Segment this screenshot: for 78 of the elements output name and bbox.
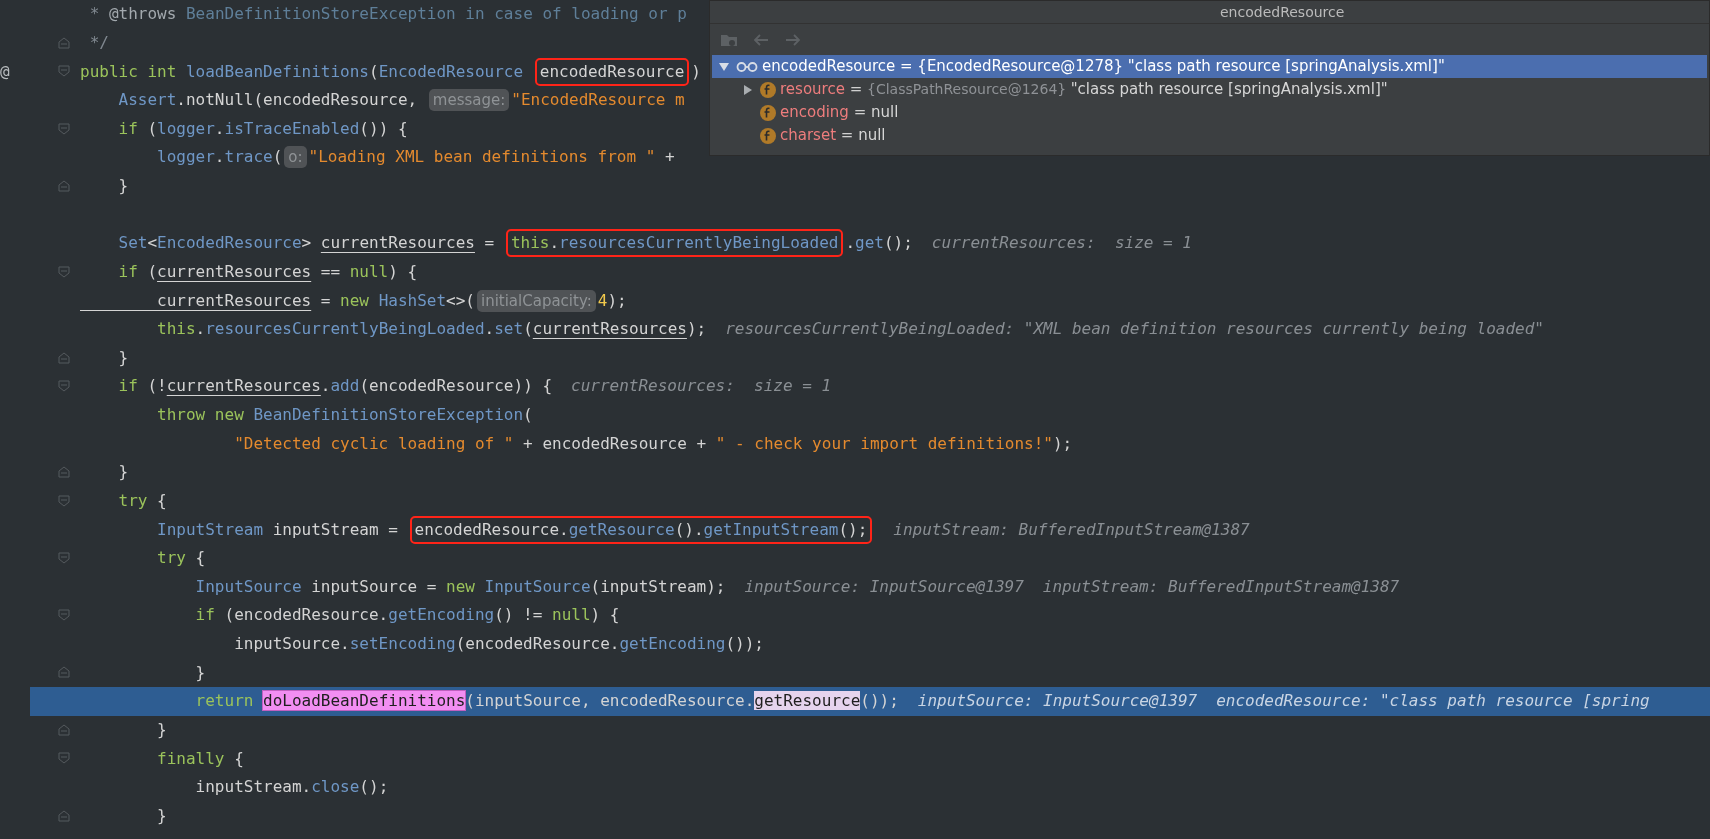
code-text: .get(); [845,232,913,255]
fold-icon[interactable] [58,752,70,765]
code-text: } [117,461,129,484]
field-icon [759,103,777,122]
variable-row[interactable]: encodedResource = {EncodedResource@1278} "class path resource [springAnalysis.xml]" [712,55,1707,78]
code-text: if (currentResources == null) { [117,260,418,283]
code-text: currentResources = new HashSet<>( [156,289,475,312]
code-text: */ [88,31,109,54]
code-text: if (logger.isTraceEnabled()) { [117,117,408,140]
fold-icon[interactable] [58,65,70,78]
variable-text: resource = {ClassPathResource@1264} "class path resource [springAnalysis.xml]" [780,79,1388,101]
code-text: } [194,661,206,684]
fold-icon[interactable] [58,351,70,364]
code-text: * @throws BeanDefinitionStoreException in case of loading or p [88,3,687,26]
gutter-mark: @ [0,61,10,84]
code-text: "Detected cyclic loading of " + encodedResource + " - check your import definitions!"); [233,432,1073,455]
field-icon [759,80,777,99]
fold-icon[interactable] [58,723,70,736]
parameter-hint: message: [428,89,510,112]
code-text: } [117,175,129,198]
fold-icon[interactable] [58,179,70,192]
variable-text: charset = null [780,125,886,147]
code-text: } [156,804,167,827]
annotation-box: this.resourcesCurrentlyBeingLoaded [505,229,844,258]
fold-icon[interactable] [58,809,70,822]
parameter-hint: initialCapacity: [476,289,596,312]
variable-text: encodedResource = {EncodedResource@1278} "class path resource [springAnalysis.xml]" [762,56,1445,78]
inline-value: resourcesCurrentlyBeingLoaded: "XML bean definition resources currently being loaded" [725,318,1544,341]
popup-title: encodedResource [1220,2,1345,22]
parameter-hint: o: [284,146,307,169]
variable-row[interactable]: resource = {ClassPathResource@1264} "class path resource [springAnalysis.xml]" [712,78,1707,101]
annotation-box: encodedResource.getResource().getInputStream(); [409,515,873,544]
inline-value: inputSource: InputSource@1397 [744,575,1024,598]
field-icon [759,126,777,145]
code-text: try { [156,547,206,570]
fold-icon[interactable] [58,466,70,478]
inline-value: inputStream: BufferedInputStream@1387 [1042,575,1400,598]
annotation-box: encodedResource [534,57,690,86]
fold-icon[interactable] [58,380,70,393]
fold-icon[interactable] [58,265,70,278]
code-text: "Loading XML bean definitions from " + [308,146,676,169]
variable-row[interactable]: encoding = null [712,101,1707,124]
code-text: inputStream.close(); [194,776,389,799]
code-text: Set<EncodedResource> currentResources = [117,232,496,255]
code-text: finally { [156,747,244,770]
code-text: 4); [597,289,627,312]
code-text: inputSource.setEncoding(encodedResource.getEncoding()); [233,633,764,656]
code-text: } [117,346,129,369]
fold-icon[interactable] [58,494,70,507]
code-text: if (encodedResource.getEncoding() != null) { [194,604,620,627]
inline-value: encodedResource: "class path resource [spring [1216,690,1650,713]
code-text: try { [117,489,167,512]
collapsed-triangle-icon[interactable] [742,83,754,96]
fold-icon[interactable] [58,122,70,135]
fold-icon[interactable] [58,551,70,564]
inline-value: inputStream: BufferedInputStream@1387 [893,518,1250,541]
expanded-triangle-icon[interactable] [718,60,730,73]
inline-value: currentResources: size = 1 [571,375,832,398]
code-text: InputSource inputSource = new InputSource(inputStream); [194,575,726,598]
code-text: logger.trace( [156,146,283,169]
fold-icon[interactable] [58,609,70,622]
code-text: this.resourcesCurrentlyBeingLoaded.set(currentResources); [156,318,707,341]
inline-value: currentResources: size = 1 [931,232,1192,255]
code-text: public int loadBeanDefinitions(EncodedResource [80,60,525,83]
code-text: InputStream inputStream = [156,518,399,541]
fold-icon[interactable] [58,36,70,49]
code-text: if (!currentResources.add(encodedResource)) { [117,375,553,398]
variable-row[interactable]: charset = null [712,124,1707,147]
inline-value: inputSource: InputSource@1397 [917,690,1198,713]
code-text: return doLoadBeanDefinitions(inputSource, encodedResource.getResource()); [194,690,899,713]
code-text: throw new BeanDefinitionStoreException( [156,404,533,427]
code-text: ) [691,60,701,83]
code-text: "EncodedResource m [511,89,685,112]
code-text: Assert.notNull(encodedResource, [117,89,419,112]
variable-text: encoding = null [780,102,899,124]
fold-icon[interactable] [58,666,70,679]
glasses-icon [736,60,758,73]
code-text: } [156,718,167,741]
